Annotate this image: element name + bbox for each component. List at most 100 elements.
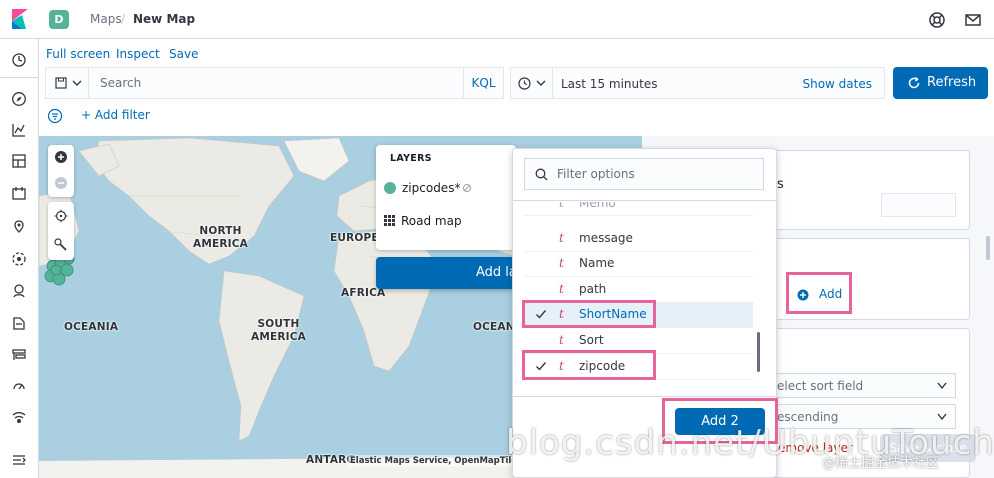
field-name: Sort	[579, 333, 604, 347]
map-tool-controls	[48, 202, 74, 260]
search-input[interactable]	[90, 68, 460, 98]
chevron-down-icon	[536, 80, 546, 86]
save-link[interactable]: Save	[169, 47, 198, 61]
date-range-text[interactable]: Last 15 minutes	[561, 77, 657, 91]
map-label-south-america: SOUTH AMERICA	[251, 318, 306, 343]
string-type-icon: t	[559, 202, 564, 210]
highlight-box-zipcode	[522, 350, 656, 380]
minus-circle-icon	[55, 177, 67, 189]
field-name: message	[579, 231, 633, 245]
layer-control-panel: LAYERS zipcodes* Road map	[376, 145, 516, 250]
apm-icon[interactable]	[11, 347, 27, 363]
set-view-button[interactable]	[48, 202, 74, 231]
popover-scrollbar[interactable]	[757, 332, 760, 372]
left-nav	[0, 39, 39, 478]
popover-divider	[512, 200, 777, 201]
inspect-link[interactable]: Inspect	[116, 47, 160, 61]
field-name: path	[579, 282, 607, 296]
add-tooltip-field-button[interactable]: Add	[786, 272, 852, 314]
add-filter-link[interactable]: + Add filter	[81, 108, 150, 122]
editor-card-tooltip	[760, 150, 970, 230]
crosshair-icon	[54, 209, 68, 223]
sort-order-value: escending	[777, 410, 839, 424]
newsfeed-mail-icon[interactable]	[964, 11, 982, 29]
editor-scrollbar[interactable]	[986, 236, 990, 260]
nav-divider	[0, 77, 38, 78]
add-layer-button[interactable]: Add layer	[376, 257, 516, 289]
query-bar: KQL	[45, 67, 504, 99]
editor-number-input[interactable]	[881, 193, 956, 217]
filter-options-input[interactable]	[555, 159, 760, 189]
field-option-message[interactable]: t message	[523, 226, 753, 252]
sort-field-select[interactable]: elect sort field	[770, 373, 956, 398]
layer-item-zipcodes[interactable]: zipcodes*	[384, 181, 472, 195]
full-screen-link[interactable]: Full screen	[46, 47, 110, 61]
maps-pin-icon[interactable]	[11, 219, 27, 235]
dashboard-icon[interactable]	[11, 153, 27, 169]
field-option-name[interactable]: t Name	[523, 251, 753, 277]
string-type-icon: t	[559, 256, 564, 270]
string-type-icon: t	[559, 282, 564, 296]
siem-icon[interactable]	[11, 411, 27, 427]
saved-query-button[interactable]	[46, 68, 89, 98]
kql-language-button[interactable]: KQL	[463, 68, 503, 98]
string-type-icon: t	[559, 333, 564, 347]
zoom-controls	[48, 145, 74, 197]
visualize-chart-icon[interactable]	[11, 122, 27, 138]
help-lifebuoy-icon[interactable]	[928, 11, 946, 29]
recent-clock-icon[interactable]	[11, 52, 27, 68]
layer-name: Road map	[401, 214, 462, 228]
date-picker: Last 15 minutes Show dates	[510, 67, 885, 99]
logs-icon[interactable]	[11, 315, 27, 331]
refresh-label: Refresh	[927, 75, 977, 90]
show-dates-link[interactable]: Show dates	[802, 77, 872, 91]
map-label-oceania-left: OCEANIA	[64, 321, 119, 333]
quick-select-button[interactable]	[511, 68, 553, 98]
string-type-icon: t	[559, 231, 564, 245]
field-name: Memo	[579, 202, 616, 210]
point-layer-icon	[384, 182, 396, 194]
layer-name: zipcodes*	[402, 181, 461, 195]
breadcrumb-maps[interactable]: Maps	[90, 12, 122, 26]
tools-button[interactable]	[48, 231, 74, 260]
popover-divider	[512, 396, 777, 397]
chevron-down-icon	[937, 413, 947, 421]
uptime-icon[interactable]	[11, 379, 27, 395]
sort-field-placeholder: elect sort field	[777, 379, 864, 393]
search-icon	[535, 168, 548, 181]
refresh-button[interactable]: Refresh	[893, 67, 988, 99]
breadcrumb-separator: /	[121, 12, 126, 26]
infrastructure-icon[interactable]	[11, 283, 27, 299]
layer-item-road-map[interactable]: Road map	[384, 214, 462, 228]
space-avatar[interactable]: D	[49, 10, 69, 29]
wrench-tools-icon	[54, 238, 67, 251]
map-label-europe: EUROPE	[330, 232, 379, 244]
chevron-down-icon	[72, 80, 82, 86]
calendar-clock-icon	[518, 77, 531, 90]
grid-tile-icon	[384, 215, 395, 226]
chevron-down-icon	[937, 382, 947, 390]
refresh-icon	[908, 76, 920, 89]
map-label-oceania-right: OCEAN	[473, 321, 515, 333]
save-disk-icon	[55, 77, 67, 89]
kibana-logo-icon[interactable]	[10, 9, 30, 29]
field-name: Name	[579, 256, 615, 270]
zoom-out-button[interactable]	[48, 171, 74, 197]
canvas-icon[interactable]	[11, 185, 27, 201]
discover-compass-icon[interactable]	[11, 91, 27, 107]
add-label: Add	[819, 287, 843, 301]
zoom-in-button[interactable]	[48, 145, 74, 171]
layers-title: LAYERS	[390, 153, 432, 164]
plus-circle-icon	[797, 289, 809, 301]
breadcrumb-new-map: New Map	[133, 12, 196, 26]
eye-closed-icon	[463, 184, 472, 192]
plus-circle-icon	[55, 151, 67, 163]
map-label-north-america: NORTH AMERICA	[193, 225, 248, 250]
collapse-nav-icon[interactable]	[11, 452, 27, 468]
editor-card-heading: s	[777, 177, 784, 192]
field-option-memo[interactable]: t Memo	[523, 202, 753, 216]
ml-icon[interactable]	[11, 251, 27, 267]
filter-options-icon[interactable]	[47, 108, 63, 124]
watermark-cn: @稀土掘金技术社区	[822, 456, 940, 471]
filter-options-field[interactable]	[524, 158, 764, 190]
